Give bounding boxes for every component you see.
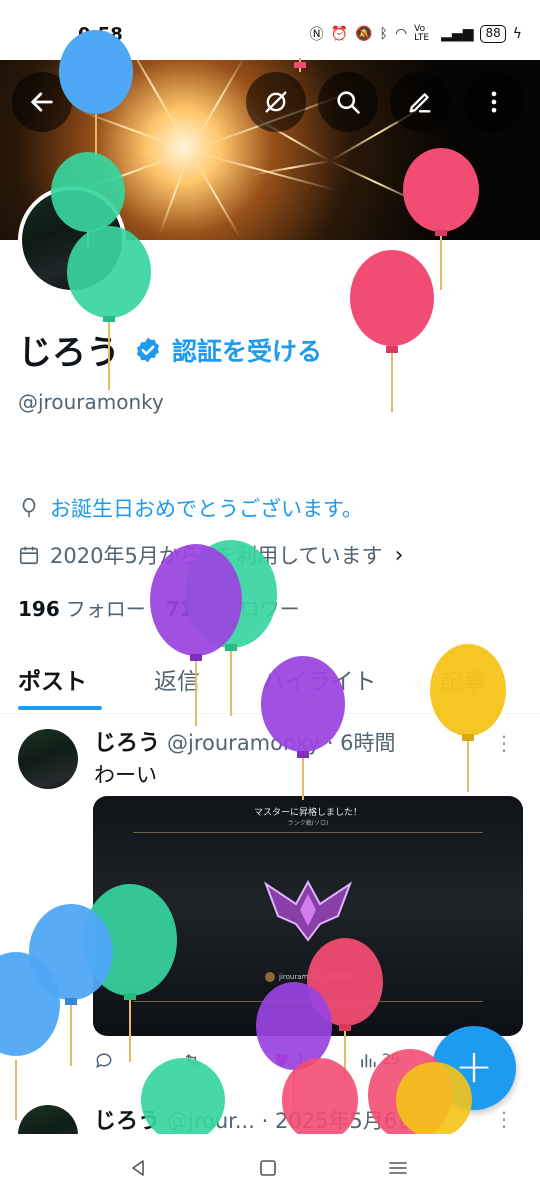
post-media[interactable]: マスターに昇格しました！ ランク戦(ソロ) jirouramonky #4646 xyxy=(93,796,523,1036)
following-label: フォロー xyxy=(65,597,146,621)
mute-icon: 🔕 xyxy=(355,26,373,42)
view-count: 29 xyxy=(382,1052,400,1068)
reply-button[interactable] xyxy=(94,1050,114,1070)
nav-recents-icon[interactable] xyxy=(386,1156,410,1180)
post-header: じろう @jrour... · 2025年5月6日 xyxy=(94,1103,418,1135)
followers-label: フォロワー xyxy=(199,597,300,621)
followers-link[interactable]: 71 フォロワー xyxy=(166,593,300,622)
plus-icon: + xyxy=(454,1039,494,1093)
calendar-icon xyxy=(19,546,39,565)
player-icon xyxy=(265,972,275,982)
signal-icon: ▂▄▆ xyxy=(441,26,474,42)
search-icon xyxy=(337,91,360,114)
like-count: 1 xyxy=(296,1052,305,1068)
back-button[interactable] xyxy=(12,72,72,132)
name-row: じろう 認証を受ける xyxy=(18,325,322,374)
post-avatar[interactable] xyxy=(18,729,78,789)
post-author-name[interactable]: じろう xyxy=(94,731,160,756)
analytics-icon xyxy=(361,1054,376,1068)
follow-counts: 196 フォロー 71 フォロワー xyxy=(18,593,300,622)
volte-icon: Vo LTE xyxy=(414,24,430,43)
balloon-decoration xyxy=(350,250,434,412)
tab-posts[interactable]: ポスト xyxy=(18,662,87,696)
arrow-left-icon xyxy=(31,92,53,112)
heart-icon xyxy=(275,1053,289,1067)
tab-indicator xyxy=(18,706,102,710)
joined-text: 2020年5月からXを利用しています xyxy=(50,544,383,568)
following-link[interactable]: 196 フォロー xyxy=(18,593,146,622)
tab-highlights[interactable]: ハイライト xyxy=(262,662,377,696)
following-count: 196 xyxy=(18,597,60,621)
rank-emblem-icon xyxy=(263,879,353,942)
wifi-icon: ◠ xyxy=(394,26,408,42)
post-meta: @jrouramonky · 6時間 xyxy=(167,731,396,755)
post-header: じろう @jrouramonky · 6時間 xyxy=(94,725,396,757)
tab-articles[interactable]: 記事 xyxy=(440,662,486,696)
player-tag-text: jirouramonky #4646 xyxy=(279,973,351,981)
birthday-line[interactable]: お誕生日おめでとうございます。 xyxy=(18,493,363,523)
more-button[interactable] xyxy=(464,72,524,132)
battery-icon: 88 xyxy=(480,25,506,43)
compose-button[interactable]: + xyxy=(432,1026,516,1110)
nfc-icon: Ⓝ xyxy=(309,27,324,43)
media-bottom-divider xyxy=(133,1001,483,1002)
more-vertical-icon xyxy=(491,91,497,113)
tab-replies[interactable]: 返信 xyxy=(154,662,200,696)
followers-count: 71 xyxy=(165,597,194,621)
profile-avatar[interactable] xyxy=(18,186,126,294)
display-name: じろう xyxy=(18,333,120,373)
nav-home-icon[interactable] xyxy=(256,1156,280,1180)
repost-icon xyxy=(185,1053,199,1067)
status-time: 0:58 xyxy=(78,24,123,45)
bluetooth-icon: ᛒ xyxy=(379,26,388,42)
hide-icon xyxy=(265,91,287,113)
profile-handle: @jrouramonky xyxy=(18,390,164,414)
post-more-icon[interactable]: ⋮ xyxy=(494,731,514,755)
balloon-icon xyxy=(22,498,36,518)
like-button[interactable]: 1 xyxy=(272,1050,305,1070)
media-divider xyxy=(133,832,483,833)
post-text: わーい xyxy=(94,763,157,787)
media-title: マスターに昇格しました！ xyxy=(253,808,362,818)
post-avatar[interactable] xyxy=(18,1105,78,1135)
system-nav-bar xyxy=(0,1134,540,1200)
get-verified-link[interactable]: 認証を受ける xyxy=(172,332,322,368)
chevron-right-icon[interactable]: › xyxy=(395,543,404,568)
verified-badge-icon[interactable] xyxy=(134,336,162,364)
reply-icon xyxy=(96,1053,112,1069)
media-player-tag: jirouramonky #4646 xyxy=(265,972,351,982)
edit-button[interactable] xyxy=(390,72,450,132)
edit-icon xyxy=(409,93,431,113)
post-more-icon[interactable]: ⋮ xyxy=(494,1107,514,1131)
media-subtitle: ランク戦(ソロ) xyxy=(287,820,329,827)
status-bar: 0:58 Ⓝ ⏰ 🔕 ᛒ ◠ Vo LTE ▂▄▆ 88 ϟ xyxy=(0,0,540,60)
profile-tabs: ポスト 返信 ハイライト 記事 xyxy=(0,648,540,714)
nav-back-icon[interactable] xyxy=(126,1156,150,1180)
birthday-text[interactable]: お誕生日おめでとうございます。 xyxy=(50,493,363,523)
alarm-icon: ⏰ xyxy=(330,26,349,42)
status-icons: Ⓝ ⏰ 🔕 ᛒ ◠ Vo LTE ▂▄▆ 88 ϟ xyxy=(310,24,522,44)
search-button[interactable] xyxy=(318,72,378,132)
views-button[interactable]: 29 xyxy=(358,1050,400,1070)
repost-button[interactable] xyxy=(182,1050,202,1070)
hide-button[interactable] xyxy=(246,72,306,132)
post-author-name[interactable]: じろう xyxy=(94,1109,160,1134)
charging-icon: ϟ xyxy=(512,26,522,42)
post-meta: @jrour... · 2025年5月6日 xyxy=(167,1109,419,1133)
joined-line[interactable]: 2020年5月からXを利用しています › xyxy=(18,540,403,570)
